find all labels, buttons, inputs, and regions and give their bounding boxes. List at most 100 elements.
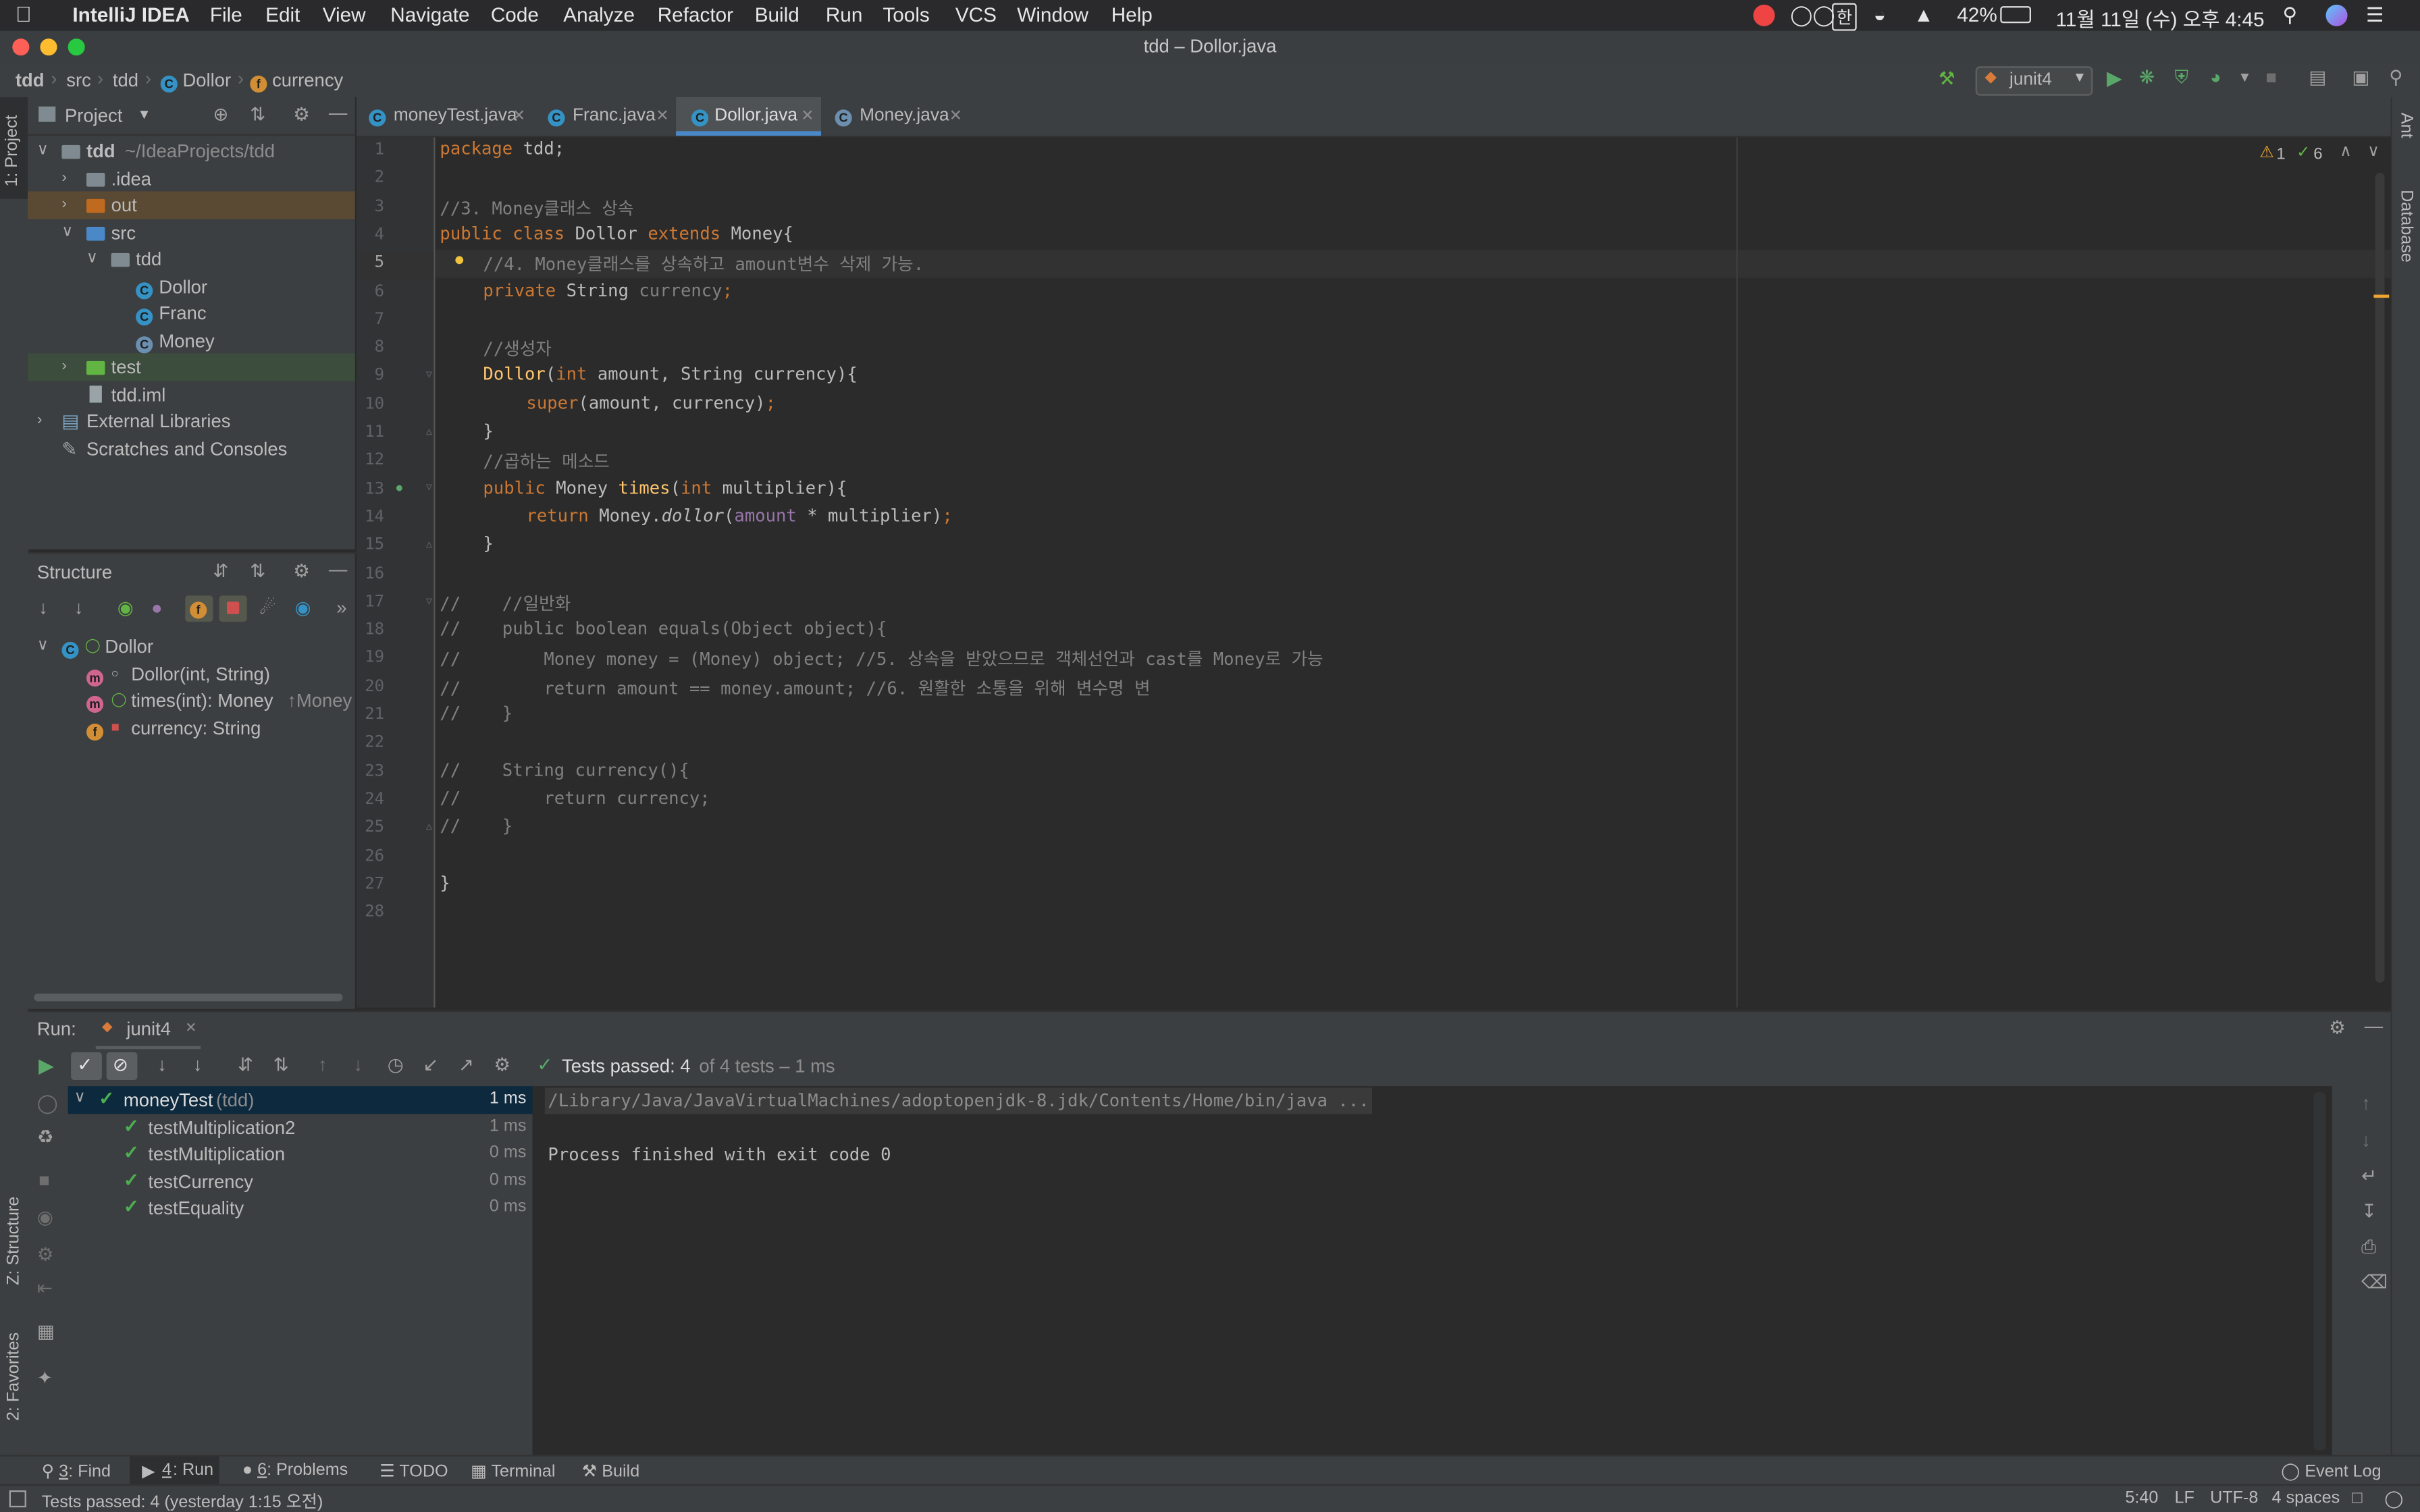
pin-icon[interactable]: ✦ <box>37 1367 53 1388</box>
collapse-all-icon[interactable]: ⇅ <box>273 1054 289 1075</box>
event-log-button[interactable]: ◯ Event Log <box>2281 1461 2381 1481</box>
hide-icon[interactable]: — <box>2365 1015 2383 1037</box>
camera-icon[interactable]: ◉ <box>37 1206 53 1228</box>
sort-by-duration-icon[interactable]: ↓ <box>193 1054 203 1075</box>
gear-icon[interactable]: ⚙ <box>293 103 310 125</box>
tree-item-src[interactable]: ∨ src <box>28 218 355 245</box>
collapse-all-icon[interactable]: ⇅ <box>250 103 265 125</box>
gear-icon[interactable]: ⚙ <box>293 560 310 582</box>
fold-icon[interactable]: ▿ <box>426 367 432 381</box>
chevron-right-icon[interactable]: › <box>61 169 67 186</box>
control-center-icon[interactable]: ☰ <box>2366 3 2384 28</box>
menu-refactor[interactable]: Refactor <box>658 3 733 26</box>
tree-item-out[interactable]: › out <box>28 191 355 219</box>
stop-icon[interactable]: ■ <box>38 1170 50 1191</box>
soft-wrap-icon[interactable]: ↵ <box>2361 1165 2377 1187</box>
chevron-down-icon[interactable]: ▼ <box>137 107 151 122</box>
test-row[interactable]: ✓ testCurrency 0 ms <box>68 1167 533 1194</box>
project-view-selector[interactable]: Project <box>65 105 122 126</box>
show-non-public-toggle[interactable] <box>219 595 247 622</box>
exit-icon[interactable]: ⇤ <box>37 1278 53 1299</box>
chevron-up-icon[interactable]: ∧ <box>2340 142 2352 160</box>
tree-item-idea[interactable]: › .idea <box>28 164 355 191</box>
close-icon[interactable]: ✕ <box>656 108 668 125</box>
lightbulb-icon[interactable]: ● <box>454 248 465 270</box>
menu-help[interactable]: Help <box>1111 3 1153 26</box>
gear-icon[interactable]: ⚙ <box>494 1054 510 1075</box>
chevron-right-icon[interactable]: › <box>61 358 67 375</box>
chevron-down-icon[interactable]: ∨ <box>37 637 49 654</box>
tree-item-iml[interactable]: tdd.iml <box>28 380 355 407</box>
wifi-icon[interactable]: ◒ <box>1874 3 1886 26</box>
debug-bug-icon[interactable]: ❋ <box>2139 66 2155 88</box>
breadcrumb-class[interactable]: C Dollor <box>160 70 231 93</box>
terminal-window-icon[interactable]: ▣ <box>2352 66 2369 88</box>
menu-edit[interactable]: Edit <box>265 3 300 26</box>
tree-item-scratches[interactable]: ✎ Scratches and Consoles <box>28 434 355 461</box>
terminal-tool-button[interactable]: ▦ Terminal <box>471 1461 555 1481</box>
build-hammer-icon[interactable]: ⚒ <box>1939 68 1955 90</box>
database-tool-tab[interactable]: Database <box>2397 190 2415 263</box>
structure-item-class[interactable]: ∨ C ◯ Dollor <box>28 632 355 659</box>
close-icon[interactable]: ✕ <box>949 108 962 125</box>
menu-analyze[interactable]: Analyze <box>563 3 635 26</box>
breadcrumb-package[interactable]: tdd <box>113 70 138 91</box>
chevron-down-icon[interactable]: ∨ <box>86 250 98 267</box>
restore-layout-icon[interactable]: ♻ <box>37 1127 54 1148</box>
show-anonymous-icon[interactable]: ☄ <box>259 597 276 619</box>
todo-tool-button[interactable]: ☰ TODO <box>379 1461 448 1481</box>
pin-stop-icon[interactable]: ◯ <box>37 1092 58 1114</box>
tab-franc[interactable]: C Franc.java ✕ <box>533 97 675 136</box>
menu-run[interactable]: Run <box>826 3 863 26</box>
build-tool-button[interactable]: ⚒ Build <box>582 1461 639 1481</box>
arrow-down-icon[interactable]: ↓ <box>2361 1129 2371 1151</box>
lock-icon[interactable]: □ <box>2352 1489 2362 1507</box>
tree-item-dollor[interactable]: C Dollor <box>28 272 355 299</box>
stop-icon[interactable]: ■ <box>2265 66 2277 88</box>
indent-setting[interactable]: 4 spaces <box>2272 1489 2340 1507</box>
tree-item-external-libraries[interactable]: › ▤ External Libraries <box>28 407 355 434</box>
test-suite-row[interactable]: ∨ ✓ moneyTest (tdd) 1 ms <box>68 1086 533 1114</box>
show-passed-toggle[interactable]: ✓ <box>71 1052 102 1080</box>
run-console[interactable]: /Library/Java/JavaVirtualMachines/adopto… <box>532 1086 2332 1457</box>
notification-icon[interactable] <box>1753 4 1775 26</box>
show-inherited-icon[interactable]: ◉ <box>117 597 134 619</box>
fold-icon[interactable]: ▿ <box>426 480 432 494</box>
clock[interactable]: 11월 11일 (수) 오후 4:45 <box>2056 3 2265 32</box>
menu-navigate[interactable]: Navigate <box>390 3 469 26</box>
close-icon[interactable]: ✕ <box>512 108 525 125</box>
menu-window[interactable]: Window <box>1017 3 1088 26</box>
show-properties-icon[interactable]: ● <box>151 597 163 619</box>
tab-dollor[interactable]: C Dollor.java ✕ <box>676 97 821 136</box>
battery-icon[interactable] <box>2000 6 2031 24</box>
test-row[interactable]: ✓ testEquality 0 ms <box>68 1194 533 1221</box>
coverage-icon[interactable]: ⛨ <box>2175 66 2189 89</box>
error-stripe-marker[interactable] <box>2373 294 2390 298</box>
run-icon[interactable]: ▶ <box>2107 66 2122 91</box>
tab-moneytest[interactable]: C moneyTest.java ✕ <box>357 97 531 136</box>
sort-by-visibility-icon[interactable]: ↓ <box>38 597 48 619</box>
menu-vcs[interactable]: VCS <box>955 3 997 26</box>
collapse-all-icon[interactable]: ⇅ <box>250 560 265 582</box>
inspection-widget[interactable]: ⚠ 1 ✓ 6 ∧ ∨ <box>2257 142 2380 167</box>
breadcrumb-src[interactable]: src <box>66 70 91 91</box>
rerun-icon[interactable]: ▶ <box>38 1054 54 1079</box>
chevron-down-icon[interactable]: ∨ <box>37 142 49 159</box>
test-history-icon[interactable]: ◷ <box>388 1054 404 1075</box>
status-message[interactable]: Tests passed: 4 (yesterday 1:15 오전) <box>42 1489 323 1512</box>
trash-icon[interactable]: ⌫ <box>2361 1271 2388 1293</box>
find-tool-button[interactable]: ⚲ 3: Find <box>42 1461 111 1481</box>
tree-item-package-tdd[interactable]: ∨ tdd <box>28 245 355 272</box>
console-scrollbar[interactable] <box>2313 1092 2326 1451</box>
run-tool-button[interactable]: ▶ 4 : Run <box>129 1456 219 1486</box>
glasses-icon[interactable]: ◯◯ <box>1790 3 1835 28</box>
volume-icon[interactable]: ▲ <box>1914 3 1933 26</box>
project-structure-icon[interactable]: ▤ <box>2309 66 2326 88</box>
apple-icon[interactable]:  <box>16 1 32 26</box>
structure-tool-tab[interactable]: Z: Structure <box>5 1197 23 1285</box>
breadcrumb-field[interactable]: f currency <box>250 70 343 93</box>
fold-icon[interactable]: ▿ <box>426 594 432 608</box>
arrow-up-icon[interactable]: ↑ <box>2361 1092 2371 1114</box>
chevron-down-icon[interactable]: ∨ <box>74 1089 86 1106</box>
structure-item-currency[interactable]: f ■ currency: String <box>28 713 355 740</box>
